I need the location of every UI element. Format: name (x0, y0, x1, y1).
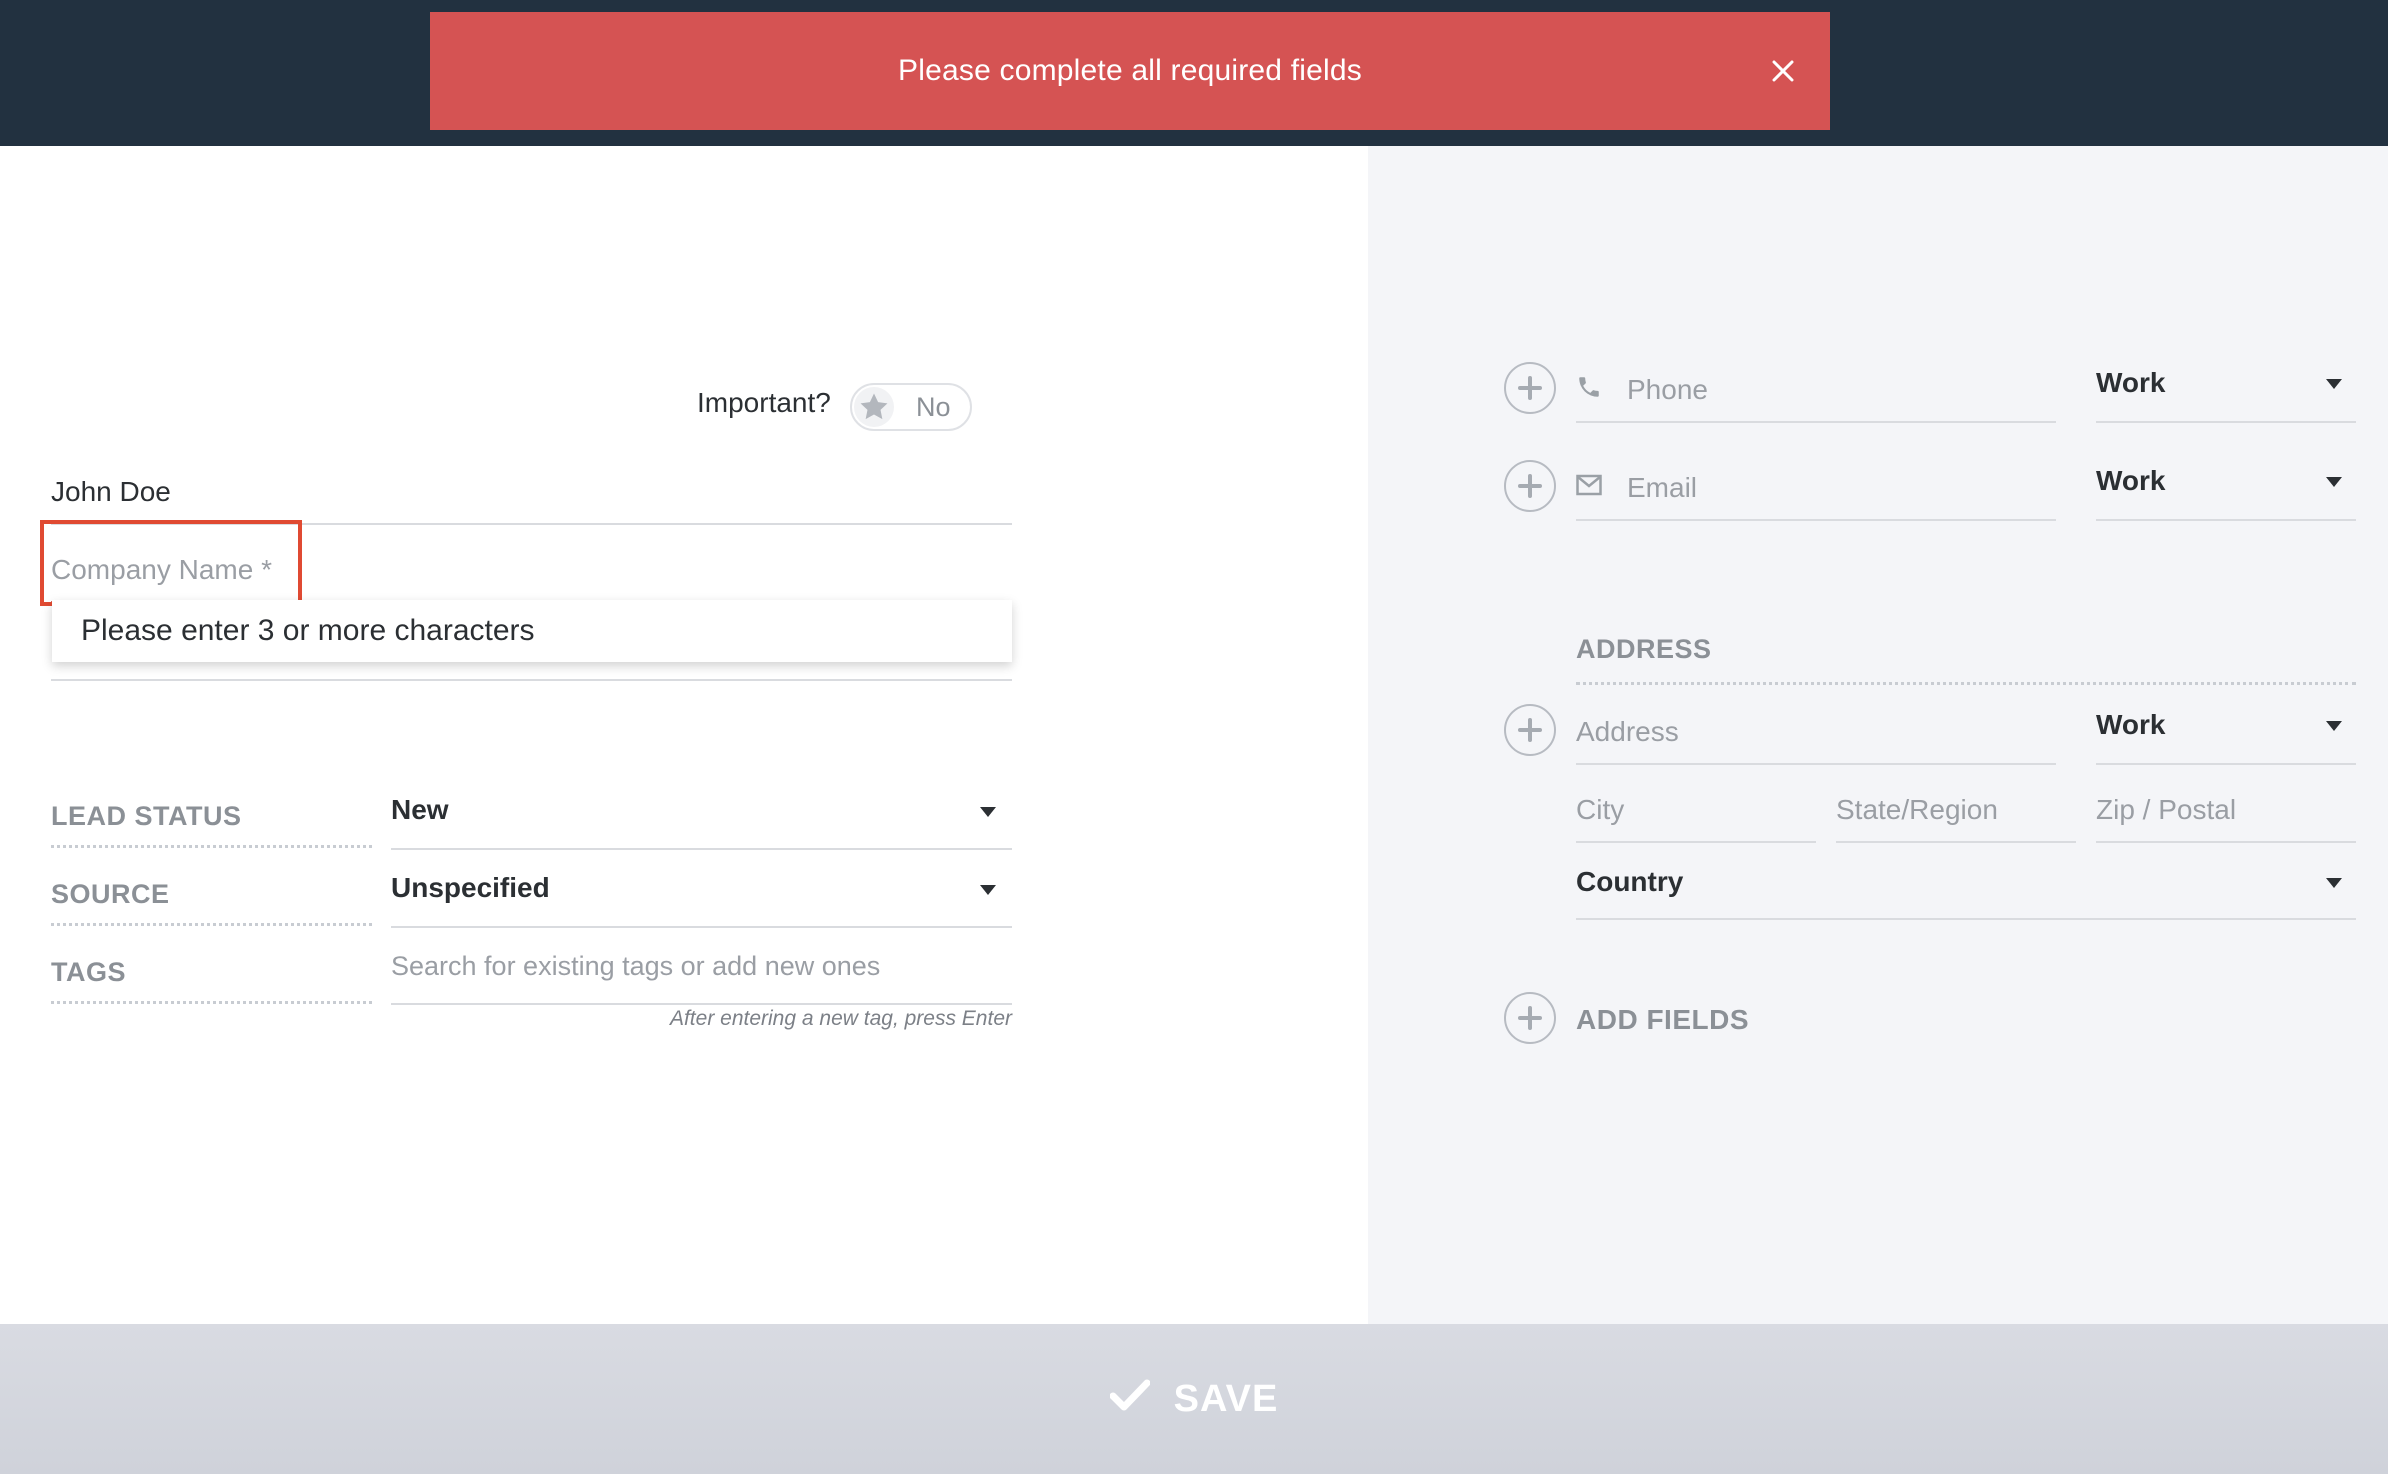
address-input[interactable]: Address (1576, 716, 1679, 748)
chevron-down-icon (2326, 477, 2342, 487)
chevron-down-icon (980, 807, 996, 817)
source-label: SOURCE (51, 879, 170, 909)
lead-status-underline (391, 848, 1012, 850)
important-value: No (916, 392, 951, 422)
important-toggle[interactable]: No (850, 383, 972, 431)
address-type-underline (2096, 763, 2356, 765)
city-input[interactable]: City (1576, 794, 1624, 826)
country-select[interactable]: Country (1576, 862, 2356, 918)
tags-dots (51, 1001, 372, 1004)
address-section-label: ADDRESS (1576, 634, 1712, 664)
phone-input[interactable]: Phone (1627, 374, 1708, 406)
chevron-down-icon (2326, 379, 2342, 389)
extra-underline (51, 679, 1012, 681)
source-value: Unspecified (391, 872, 550, 903)
star-icon (854, 387, 894, 427)
toast-message: Please complete all required fields (898, 54, 1362, 87)
country-value: Country (1576, 866, 1684, 897)
phone-underline (1576, 421, 2056, 423)
email-type-select[interactable]: Work (2096, 460, 2356, 516)
address-type-select[interactable]: Work (2096, 704, 2356, 760)
chevron-down-icon (2326, 721, 2342, 731)
country-underline (1576, 918, 2356, 920)
zip-underline (2096, 841, 2356, 843)
add-email-button[interactable] (1504, 460, 1556, 512)
validation-tooltip: Please enter 3 or more characters (52, 600, 1012, 662)
state-underline (1836, 841, 2076, 843)
phone-icon (1576, 374, 1602, 400)
chevron-down-icon (980, 885, 996, 895)
left-panel (0, 146, 1368, 1324)
lead-status-label: LEAD STATUS (51, 801, 242, 831)
add-fields-label[interactable]: ADD FIELDS (1576, 1004, 1749, 1036)
source-underline (391, 926, 1012, 928)
lead-status-value: New (391, 794, 449, 825)
save-label: SAVE (1173, 1377, 1279, 1420)
city-underline (1576, 841, 1816, 843)
tags-hint: After entering a new tag, press Enter (669, 1007, 1012, 1030)
checkmark-icon (1109, 1378, 1151, 1421)
lead-status-select[interactable]: New (391, 790, 1012, 850)
add-phone-button[interactable] (1504, 362, 1556, 414)
plus-icon (1518, 474, 1542, 498)
save-button[interactable]: SAVE (0, 1324, 2388, 1474)
plus-icon (1518, 376, 1542, 400)
validation-message: Please enter 3 or more characters (81, 614, 535, 647)
phone-type-underline (2096, 421, 2356, 423)
plus-icon (1518, 718, 1542, 742)
add-address-button[interactable] (1504, 704, 1556, 756)
email-underline (1576, 519, 2056, 521)
zip-input[interactable]: Zip / Postal (2096, 794, 2236, 826)
lead-status-dots (51, 845, 372, 848)
error-toast: Please complete all required fields (430, 12, 1830, 130)
close-icon[interactable] (1766, 54, 1800, 88)
phone-type-select[interactable]: Work (2096, 362, 2356, 418)
source-select[interactable]: Unspecified (391, 868, 1012, 928)
state-input[interactable]: State/Region (1836, 794, 1998, 826)
plus-icon (1518, 1006, 1542, 1030)
email-type-underline (2096, 519, 2356, 521)
important-label: Important? (697, 387, 831, 418)
address-type-value: Work (2096, 709, 2166, 740)
tags-input[interactable]: Search for existing tags or add new ones (391, 951, 880, 982)
tags-label: TAGS (51, 957, 126, 987)
address-dots (1576, 682, 2356, 685)
source-dots (51, 923, 372, 926)
chevron-down-icon (2326, 878, 2342, 888)
email-input[interactable]: Email (1627, 472, 1697, 504)
error-highlight-box (40, 520, 302, 606)
name-value[interactable]: John Doe (51, 476, 171, 508)
address-underline (1576, 763, 2056, 765)
email-type-value: Work (2096, 465, 2166, 496)
phone-type-value: Work (2096, 367, 2166, 398)
tags-underline (391, 1003, 1012, 1005)
add-fields-button[interactable] (1504, 992, 1556, 1044)
envelope-icon (1576, 474, 1602, 496)
